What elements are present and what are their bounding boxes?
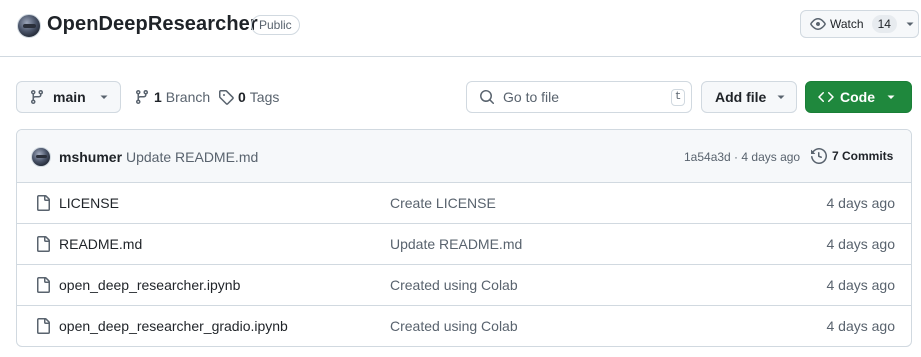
watch-count: 14 [871,15,897,33]
commit-message[interactable]: Update README.md [126,149,258,165]
avatar[interactable] [31,147,51,167]
add-file-label: Add file [715,89,767,105]
caret-down-icon [100,95,108,99]
table-row[interactable]: LICENSE Create LICENSE 4 days ago [17,183,911,224]
file-icon [37,195,50,211]
file-commit-message[interactable]: Created using Colab [390,277,518,293]
file-commit-message[interactable]: Update README.md [390,236,522,252]
code-label: Code [840,89,875,105]
repo-owner-avatar[interactable] [17,14,41,38]
search-icon [480,90,495,105]
branches-link[interactable]: 1 Branch [134,89,210,105]
search-input[interactable] [503,89,663,105]
watch-button[interactable]: Watch 14 [800,10,919,38]
commit-author[interactable]: mshumer [59,149,122,165]
repo-name[interactable]: OpenDeepResearcher [47,13,258,36]
branch-label: Branch [165,89,211,105]
file-name[interactable]: open_deep_researcher.ipynb [59,277,240,293]
file-date: 4 days ago [826,236,896,252]
table-row[interactable]: open_deep_researcher.ipynb Created using… [17,265,911,306]
file-icon [37,236,50,252]
file-table: mshumer Update README.md 1a54a3d · 4 day… [16,129,912,347]
watch-label: Watch [830,17,864,31]
file-name[interactable]: README.md [59,236,142,252]
file-commit-message[interactable]: Create LICENSE [390,195,496,211]
file-name[interactable]: open_deep_researcher_gradio.ipynb [59,318,288,334]
commits-count-label: 7 Commits [832,149,894,163]
latest-commit-bar: mshumer Update README.md 1a54a3d · 4 day… [17,130,911,183]
file-name[interactable]: LICENSE [59,195,119,211]
caret-down-icon [777,95,785,99]
file-commit-message[interactable]: Created using Colab [390,318,518,334]
table-row[interactable]: README.md Update README.md 4 days ago [17,224,911,265]
git-branch-icon [135,90,148,105]
history-icon [811,148,827,164]
git-branch-icon [30,90,43,105]
table-row[interactable]: open_deep_researcher_gradio.ipynb Create… [17,306,911,346]
commits-history-link[interactable]: 7 Commits [811,148,893,164]
visibility-badge: Public [251,15,300,35]
commit-hash-and-time[interactable]: 1a54a3d · 4 days ago [684,150,800,164]
repo-header: OpenDeepResearcher Public Watch 14 [0,0,921,57]
tags-link[interactable]: 0 Tags [218,89,279,105]
tag-count: 0 [238,89,246,105]
branch-name: main [53,89,86,105]
branch-selector-button[interactable]: main [16,81,121,113]
file-date: 4 days ago [826,318,896,334]
file-date: 4 days ago [826,277,896,293]
add-file-button[interactable]: Add file [701,81,797,113]
code-button[interactable]: Code [805,81,912,113]
keyboard-shortcut-hint: t [671,89,685,106]
file-date: 4 days ago [826,195,896,211]
file-icon [37,318,50,334]
tag-icon [219,90,234,105]
tag-label: Tags [249,89,280,105]
eye-icon [810,18,826,30]
branch-count: 1 [154,89,162,105]
file-icon [37,277,50,293]
go-to-file-search[interactable]: t [466,81,692,113]
caret-down-icon [887,95,895,99]
code-icon [818,91,834,103]
caret-down-icon[interactable] [906,20,914,28]
